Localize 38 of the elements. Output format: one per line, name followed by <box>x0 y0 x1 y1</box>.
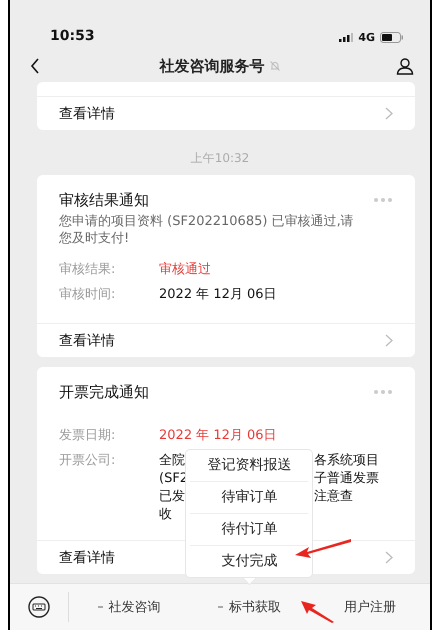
menu-item[interactable]: 登记资料报送 <box>190 450 308 481</box>
field-value: 审核通过 <box>159 261 212 279</box>
field-label: 开票公司: <box>59 452 116 470</box>
details-link[interactable]: 查看详情 <box>37 323 415 357</box>
field-value: 注意查 <box>314 488 354 506</box>
field-label: 审核结果: <box>59 261 116 279</box>
back-icon[interactable] <box>30 58 40 74</box>
field-value: 全院 <box>159 452 186 470</box>
field-value: 收 <box>159 506 173 524</box>
details-link[interactable]: 查看详情 <box>37 96 415 130</box>
chevron-right-icon <box>385 334 393 347</box>
profile-icon[interactable] <box>396 57 414 75</box>
menu-button[interactable]: 标书获取 <box>218 598 281 616</box>
field-value: 子普通发票 <box>314 470 380 488</box>
battery-icon <box>380 32 404 43</box>
chat-title: 社发咨询服务号 <box>160 56 264 76</box>
notice-title: 审核结果通知 <box>59 190 149 211</box>
annotation-arrow <box>300 598 336 624</box>
menu-button[interactable]: 用户注册 <box>344 598 396 616</box>
field-value: 各系统项目 <box>314 452 380 470</box>
menu-button[interactable]: 社发咨询 <box>98 598 161 616</box>
notice-title: 开票完成通知 <box>59 382 149 403</box>
signal-icon <box>339 33 354 42</box>
keyboard-icon[interactable] <box>28 596 50 618</box>
annotation-arrow <box>293 536 353 560</box>
field-label: 审核时间: <box>59 286 116 304</box>
network-label: 4G <box>358 31 375 44</box>
field-label: 发票日期: <box>59 427 116 445</box>
timestamp: 上午10:32 <box>190 150 250 167</box>
field-value: 已发 <box>159 488 186 506</box>
field-value: 2022 年 12月 06日 <box>159 427 278 445</box>
chevron-right-icon <box>385 107 393 120</box>
menu-item[interactable]: 待审订单 <box>190 481 308 513</box>
field-value: 2022 年 12月 06日 <box>159 286 278 304</box>
chevron-right-icon <box>385 551 393 564</box>
menu-item[interactable]: 待付订单 <box>190 513 308 545</box>
notice-text: 您申请的项目资料 (SF202210685) 已审核通过,请您及时支付! <box>59 213 355 247</box>
status-time: 10:53 <box>50 27 95 46</box>
